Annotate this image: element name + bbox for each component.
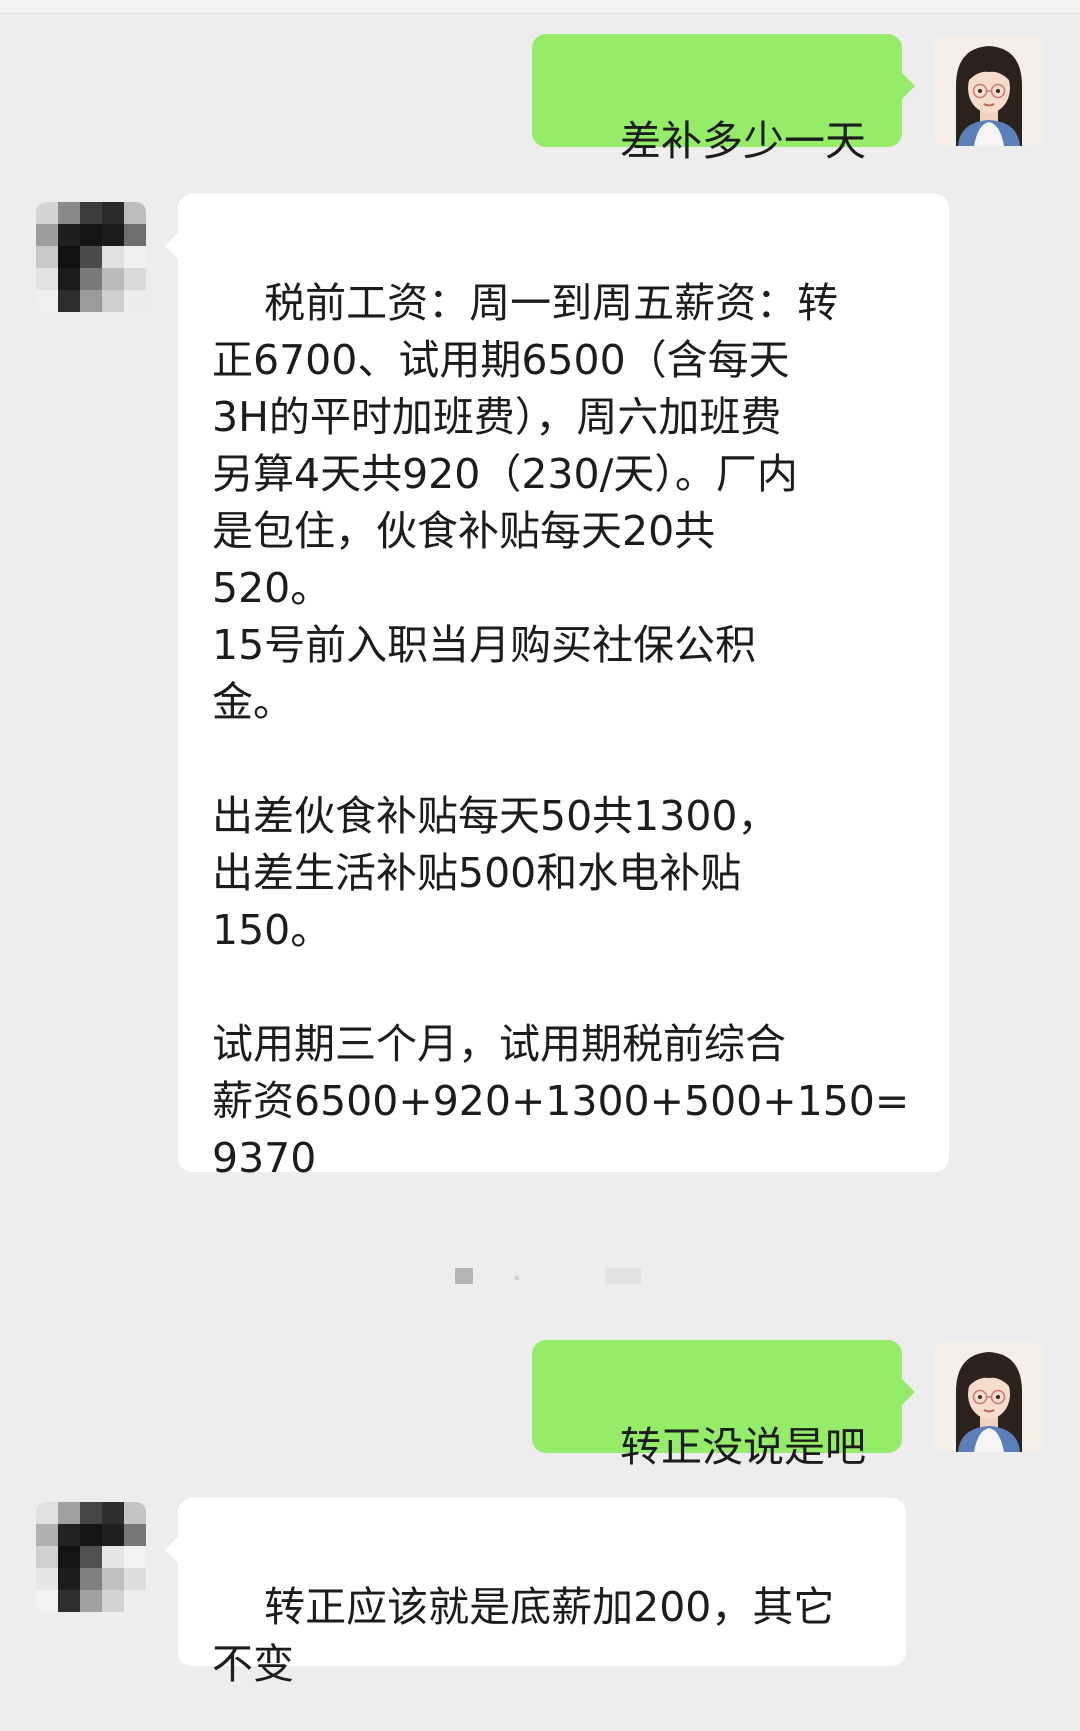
my-message-bubble[interactable]: 差补多少一天 (531, 34, 916, 165)
other-message-bubble[interactable]: 转正应该就是底薪加200，其它 不变 (165, 1498, 906, 1688)
time-separator (455, 1264, 645, 1286)
other-message-bubble[interactable]: 税前工资：周一到周五薪资：转 正6700、试用期6500（含每天 3H的平时加班… (165, 194, 949, 1182)
girl-avatar-icon[interactable] (934, 36, 1044, 146)
message-text: 税前工资：周一到周五薪资：转 正6700、试用期6500（含每天 3H的平时加班… (212, 279, 910, 1182)
message-text: 差补多少一天 (620, 117, 866, 165)
chat-screen: 差补多少一天 税前工资：周一到周五薪资：转 正6700、试用期6500（含每天 … (0, 0, 1080, 1731)
girl-avatar-icon[interactable] (934, 1342, 1044, 1452)
message-text: 转正应该就是底薪加200，其它 不变 (212, 1583, 835, 1688)
my-message-bubble[interactable]: 转正没说是吧 (531, 1340, 916, 1471)
message-text: 转正没说是吧 (620, 1423, 866, 1471)
pixelated-avatar-icon[interactable] (36, 1502, 146, 1612)
pixelated-avatar-icon[interactable] (36, 202, 146, 312)
top-divider (0, 0, 1080, 14)
